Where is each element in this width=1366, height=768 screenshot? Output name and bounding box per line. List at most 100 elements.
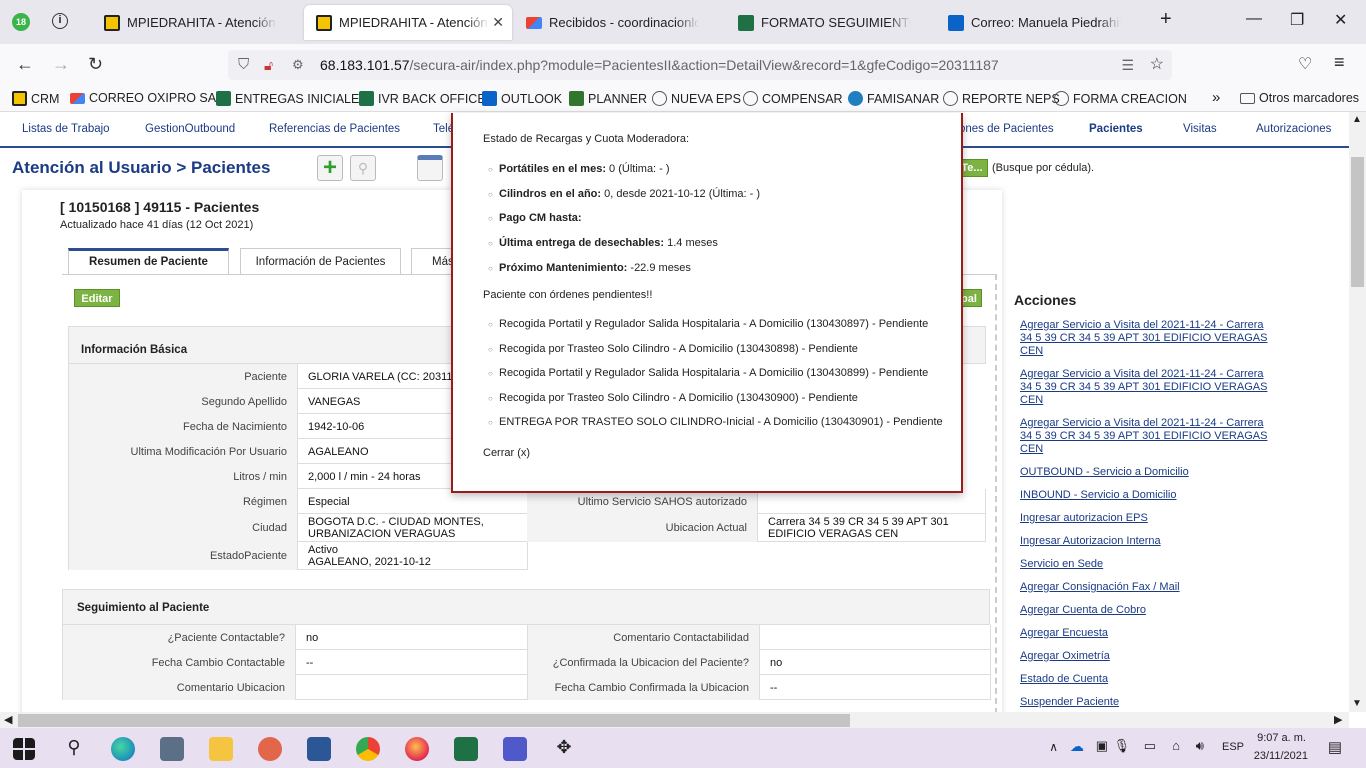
edit-button[interactable]: Editar: [74, 289, 120, 307]
tab-3[interactable]: FORMATO SEGUIMIENTO GD: [726, 5, 934, 40]
snip-tool-icon[interactable]: [258, 737, 282, 761]
chrome-icon[interactable]: [356, 737, 380, 761]
popup-close-link[interactable]: Cerrar (x): [483, 447, 961, 459]
window-icon[interactable]: [417, 155, 443, 181]
clock-time[interactable]: 9:07 a. m.: [1257, 732, 1306, 744]
action-link[interactable]: Agregar Cuenta de Cobro: [1020, 604, 1272, 617]
scroll-left-icon[interactable]: ◀: [4, 713, 12, 726]
pocket-icon[interactable]: ♡: [1298, 54, 1312, 74]
tab-0[interactable]: MPIEDRAHITA - Atención al Usuario: [92, 5, 300, 40]
action-link[interactable]: Ingresar autorizacion EPS: [1020, 512, 1272, 525]
action-link[interactable]: Suspender Paciente: [1020, 696, 1272, 709]
insecure-lock-icon[interactable]: 🔓︎: [264, 50, 273, 80]
field-label: Litros / min: [69, 464, 298, 489]
bookmark-correo[interactable]: CORREO OXIPRO SAS: [70, 91, 224, 105]
reader-view-icon[interactable]: ☰: [1121, 50, 1134, 80]
module-visitas[interactable]: Visitas: [1183, 123, 1217, 135]
language-indicator[interactable]: ESP: [1222, 741, 1244, 753]
action-link[interactable]: Agregar Servicio a Visita del 2021-11-24…: [1020, 319, 1272, 358]
excel-icon[interactable]: [454, 737, 478, 761]
close-icon[interactable]: ✕: [492, 14, 504, 31]
volume-icon[interactable]: 🔊︎: [1196, 738, 1204, 754]
address-bar[interactable]: ⛉ 🔓︎ ⚙ 68.183.101.57/secura-air/index.ph…: [228, 50, 1172, 80]
bookmark-entregas[interactable]: ENTREGAS INICIALES: [216, 91, 368, 106]
module-pacientes[interactable]: Pacientes: [1089, 123, 1143, 135]
popup-status-item: Cilindros en el año: 0, desde 2021-10-12…: [488, 187, 961, 203]
info-icon[interactable]: i: [52, 13, 68, 29]
tab-2[interactable]: Recibidos - coordinacionlogistica: [514, 5, 722, 40]
tab-count-badge[interactable]: 18: [12, 13, 30, 31]
reload-icon[interactable]: ↻: [88, 54, 103, 75]
module-referencias[interactable]: Referencias de Pacientes: [269, 123, 400, 135]
search-icon[interactable]: ⚲: [62, 737, 86, 761]
microphone-icon[interactable]: 🎙︎: [1113, 738, 1130, 754]
network-tool-icon[interactable]: ✥: [552, 737, 576, 761]
recharge-status-popup: Estado de Recargas y Cuota Moderadora: P…: [451, 113, 963, 493]
bookmark-outlook[interactable]: OUTLOOK: [482, 91, 562, 106]
module-gestion-outbound[interactable]: GestionOutbound: [145, 123, 235, 135]
bookmark-planner[interactable]: PLANNER: [569, 91, 647, 106]
battery-icon[interactable]: ▭: [1144, 738, 1156, 754]
module-autorizaciones[interactable]: Autorizaciones: [1256, 123, 1331, 135]
bookmark-forma-creacion[interactable]: FORMA CREACION: [1054, 91, 1187, 106]
action-link[interactable]: Agregar Servicio a Visita del 2021-11-24…: [1020, 417, 1272, 456]
permissions-icon[interactable]: ⚙: [292, 50, 304, 80]
minimize-icon[interactable]: —: [1246, 10, 1262, 28]
camera-icon[interactable]: ▣: [1096, 738, 1108, 754]
back-icon[interactable]: ←: [16, 54, 34, 75]
clock-date[interactable]: 23/11/2021: [1254, 750, 1308, 762]
bookmark-ivr[interactable]: IVR BACK OFFICE: [359, 91, 486, 106]
tab-1[interactable]: MPIEDRAHITA - Atención al Usuario ✕: [304, 5, 512, 40]
edge-icon[interactable]: [111, 737, 135, 761]
action-link[interactable]: Agregar Oximetría: [1020, 650, 1272, 663]
mail-icon[interactable]: [160, 737, 184, 761]
search-icon[interactable]: ⚲: [350, 155, 376, 181]
scroll-up-icon[interactable]: ▲: [1352, 114, 1362, 125]
bookmark-nueva-eps[interactable]: NUEVA EPS: [652, 91, 741, 106]
close-window-icon[interactable]: ✕: [1334, 10, 1347, 30]
forward-icon[interactable]: →: [52, 54, 70, 75]
bookmark-reporte-neps[interactable]: REPORTE NEPS: [943, 91, 1060, 106]
action-link[interactable]: Estado de Cuenta: [1020, 673, 1272, 686]
menu-icon[interactable]: ≡: [1334, 52, 1345, 73]
tab-resumen-paciente[interactable]: Resumen de Paciente: [68, 248, 229, 275]
action-link[interactable]: Agregar Encuesta: [1020, 627, 1272, 640]
horizontal-scroll-thumb[interactable]: [18, 714, 850, 727]
bookmark-famisanar[interactable]: FAMISANAR: [848, 91, 939, 106]
bookmark-crm[interactable]: CRM: [12, 91, 59, 106]
bookmark-label: CORREO OXIPRO SAS: [89, 91, 225, 105]
action-link[interactable]: INBOUND - Servicio a Domicilio: [1020, 489, 1272, 502]
shield-icon[interactable]: ⛉: [238, 50, 249, 80]
windows-start-icon[interactable]: [13, 738, 35, 760]
network-icon[interactable]: ⌂: [1172, 738, 1180, 753]
module-listas-trabajo[interactable]: Listas de Trabajo: [22, 123, 110, 135]
star-icon[interactable]: ☆: [1150, 50, 1164, 80]
module-ordenes-pacientes[interactable]: ones de Pacientes: [959, 123, 1054, 135]
outlook-icon: [948, 14, 964, 31]
status-value: 0, desde 2021-10-12 (Última: - ): [601, 187, 761, 200]
action-link[interactable]: OUTBOUND - Servicio a Domicilio: [1020, 466, 1272, 479]
bookmark-compensar[interactable]: COMPENSAR: [743, 91, 843, 106]
restore-icon[interactable]: ❐: [1290, 10, 1304, 30]
firefox-icon[interactable]: [405, 737, 429, 761]
chevron-up-icon[interactable]: ∧: [1049, 740, 1058, 754]
action-link[interactable]: Servicio en Sede: [1020, 558, 1272, 571]
teams-icon[interactable]: [503, 737, 527, 761]
other-bookmarks[interactable]: Otros marcadores: [1240, 91, 1359, 105]
action-link[interactable]: Ingresar Autorizacion Interna: [1020, 535, 1272, 548]
file-explorer-icon[interactable]: [209, 737, 233, 761]
vertical-scroll-thumb[interactable]: [1351, 157, 1364, 287]
chevron-right-icon[interactable]: »: [1212, 89, 1220, 106]
action-link[interactable]: Agregar Consignación Fax / Mail: [1020, 581, 1272, 594]
tab-4[interactable]: Correo: Manuela Piedrahita -: [936, 5, 1144, 40]
add-icon[interactable]: +: [317, 155, 343, 181]
notification-icon[interactable]: ▤: [1328, 738, 1342, 756]
tab-informacion-pacientes[interactable]: Información de Pacientes: [240, 248, 401, 275]
new-tab-icon[interactable]: +: [1160, 8, 1172, 31]
action-link[interactable]: Agregar Servicio a Visita del 2021-11-24…: [1020, 368, 1272, 407]
cloud-icon[interactable]: ☁: [1070, 738, 1084, 755]
scroll-right-icon[interactable]: ▶: [1334, 713, 1342, 726]
scroll-down-icon[interactable]: ▼: [1352, 698, 1362, 709]
word-icon[interactable]: [307, 737, 331, 761]
bookmark-label: OUTLOOK: [501, 91, 563, 106]
